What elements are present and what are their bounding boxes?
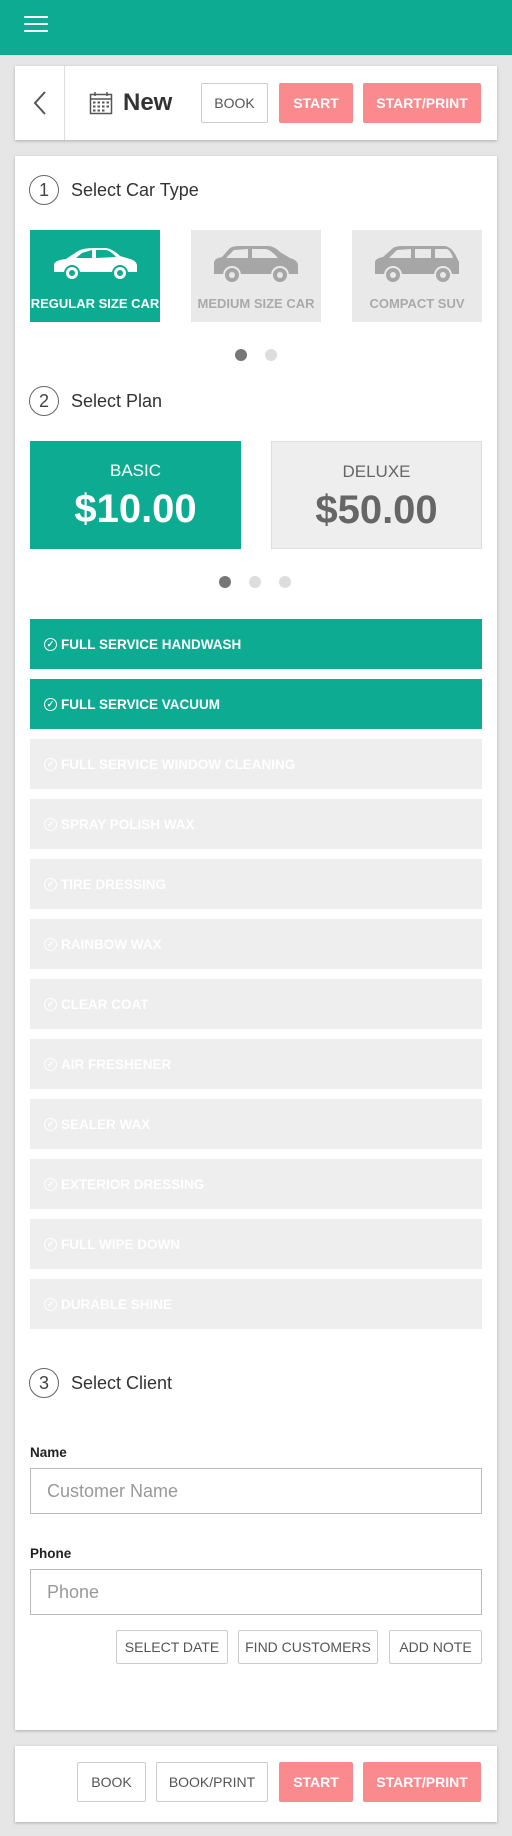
start-print-button[interactable]: START/PRINT bbox=[363, 1762, 481, 1802]
page-title-group: New bbox=[89, 66, 172, 140]
section-select-client: 3 Select Client bbox=[29, 1368, 172, 1398]
step-number: 2 bbox=[29, 386, 59, 416]
plan-name: BASIC bbox=[109, 461, 162, 480]
hamburger-menu-icon[interactable] bbox=[24, 16, 48, 36]
car-type-label: MEDIUM SIZE CAR bbox=[197, 296, 315, 311]
calendar-icon bbox=[89, 92, 113, 115]
carousel-dot[interactable] bbox=[235, 349, 247, 361]
service-label: FULL SERVICE HANDWASH bbox=[61, 636, 242, 652]
check-circle-icon: ✓ bbox=[44, 1297, 57, 1311]
check-circle-icon: ✓ bbox=[44, 1237, 57, 1251]
service-label: DURABLE SHINE bbox=[61, 1296, 173, 1312]
carousel-dot[interactable] bbox=[279, 576, 291, 588]
app-bar bbox=[0, 0, 512, 55]
section-title: Select Car Type bbox=[71, 179, 199, 200]
service-item[interactable]: ✓ FULL WIPE DOWN bbox=[30, 1219, 482, 1269]
service-label: FULL SERVICE WINDOW CLEANING bbox=[61, 756, 296, 772]
section-title: Select Client bbox=[71, 1372, 173, 1393]
check-circle-icon: ✓ bbox=[44, 1057, 57, 1071]
chevron-left-icon bbox=[33, 91, 46, 115]
carousel-dot[interactable] bbox=[265, 349, 277, 361]
car-type-medium[interactable]: MEDIUM SIZE CAR bbox=[191, 230, 321, 322]
phone-label: Phone bbox=[30, 1546, 72, 1561]
page-title: New bbox=[123, 89, 173, 116]
service-item[interactable]: ✓ SEALER WAX bbox=[30, 1099, 482, 1149]
car-type-label: REGULAR SIZE CAR bbox=[30, 296, 160, 311]
check-circle-icon: ✓ bbox=[44, 1117, 57, 1131]
service-item[interactable]: ✓ RAINBOW WAX bbox=[30, 919, 482, 969]
service-item[interactable]: ✓ DURABLE SHINE bbox=[30, 1279, 482, 1329]
suv-car-icon bbox=[214, 246, 298, 284]
service-label: EXTERIOR DRESSING bbox=[61, 1176, 205, 1192]
service-label: FULL WIPE DOWN bbox=[61, 1236, 180, 1252]
car-type-regular[interactable]: REGULAR SIZE CAR bbox=[30, 230, 160, 322]
check-circle-icon: ✓ bbox=[44, 937, 57, 951]
service-item[interactable]: ✓ AIR FRESHENER bbox=[30, 1039, 482, 1089]
service-label: RAINBOW WAX bbox=[61, 936, 162, 952]
new-order-form: 1 Select Car Type REGULAR SIZE CAR MEDIU… bbox=[15, 156, 497, 1730]
plan-deluxe[interactable]: DELUXE $50.00 bbox=[271, 441, 482, 549]
book-print-button[interactable]: BOOK/PRINT bbox=[156, 1762, 268, 1802]
book-button[interactable]: BOOK bbox=[77, 1762, 146, 1802]
check-circle-icon: ✓ bbox=[44, 757, 57, 771]
service-label: SPRAY POLISH WAX bbox=[61, 816, 195, 832]
car-type-label: COMPACT SUV bbox=[369, 296, 465, 311]
plan-price: $10.00 bbox=[74, 487, 197, 531]
add-note-button[interactable]: ADD NOTE bbox=[389, 1630, 482, 1664]
carousel-dot[interactable] bbox=[249, 576, 261, 588]
header-toolbar: New BOOK START START/PRINT bbox=[15, 66, 497, 140]
section-select-plan: 2 Select Plan bbox=[29, 386, 162, 416]
start-button[interactable]: START bbox=[279, 1762, 353, 1802]
service-label: FULL SERVICE VACUUM bbox=[61, 696, 221, 712]
sedan-car-icon bbox=[54, 248, 137, 281]
section-select-car-type: 1 Select Car Type bbox=[29, 175, 199, 205]
service-label: AIR FRESHENER bbox=[61, 1056, 172, 1072]
step-number: 1 bbox=[29, 175, 59, 205]
phone-input[interactable] bbox=[30, 1569, 482, 1615]
select-date-button[interactable]: SELECT DATE bbox=[116, 1630, 228, 1664]
check-circle-icon: ✓ bbox=[44, 637, 57, 651]
customer-name-input[interactable] bbox=[30, 1468, 482, 1514]
name-label: Name bbox=[30, 1445, 67, 1460]
wagon-car-icon bbox=[375, 246, 459, 284]
service-item[interactable]: ✓ FULL SERVICE HANDWASH bbox=[30, 619, 482, 669]
car-type-compact-suv[interactable]: COMPACT SUV bbox=[352, 230, 482, 322]
service-item[interactable]: ✓ SPRAY POLISH WAX bbox=[30, 799, 482, 849]
service-item[interactable]: ✓ EXTERIOR DRESSING bbox=[30, 1159, 482, 1209]
plan-basic[interactable]: BASIC $10.00 bbox=[30, 441, 241, 549]
back-button[interactable] bbox=[15, 66, 65, 140]
service-label: TIRE DRESSING bbox=[61, 876, 167, 892]
carousel-dot[interactable] bbox=[219, 576, 231, 588]
plan-name: DELUXE bbox=[342, 462, 411, 481]
service-item[interactable]: ✓ FULL SERVICE WINDOW CLEANING bbox=[30, 739, 482, 789]
start-print-button[interactable]: START/PRINT bbox=[363, 83, 481, 123]
check-circle-icon: ✓ bbox=[44, 817, 57, 831]
start-button[interactable]: START bbox=[279, 83, 353, 123]
check-circle-icon: ✓ bbox=[44, 997, 57, 1011]
check-circle-icon: ✓ bbox=[44, 877, 57, 891]
service-item[interactable]: ✓ FULL SERVICE VACUUM bbox=[30, 679, 482, 729]
service-item[interactable]: ✓ CLEAR COAT bbox=[30, 979, 482, 1029]
find-customers-button[interactable]: FIND CUSTOMERS bbox=[238, 1630, 378, 1664]
section-title: Select Plan bbox=[71, 390, 163, 411]
check-circle-icon: ✓ bbox=[44, 1177, 57, 1191]
service-label: CLEAR COAT bbox=[61, 996, 149, 1012]
plan-price: $50.00 bbox=[315, 488, 438, 532]
service-label: SEALER WAX bbox=[61, 1116, 151, 1132]
book-button[interactable]: BOOK bbox=[201, 83, 268, 123]
check-circle-icon: ✓ bbox=[44, 697, 57, 711]
step-number: 3 bbox=[29, 1368, 59, 1398]
footer-toolbar: BOOK BOOK/PRINT START START/PRINT bbox=[15, 1746, 497, 1822]
service-item[interactable]: ✓ TIRE DRESSING bbox=[30, 859, 482, 909]
